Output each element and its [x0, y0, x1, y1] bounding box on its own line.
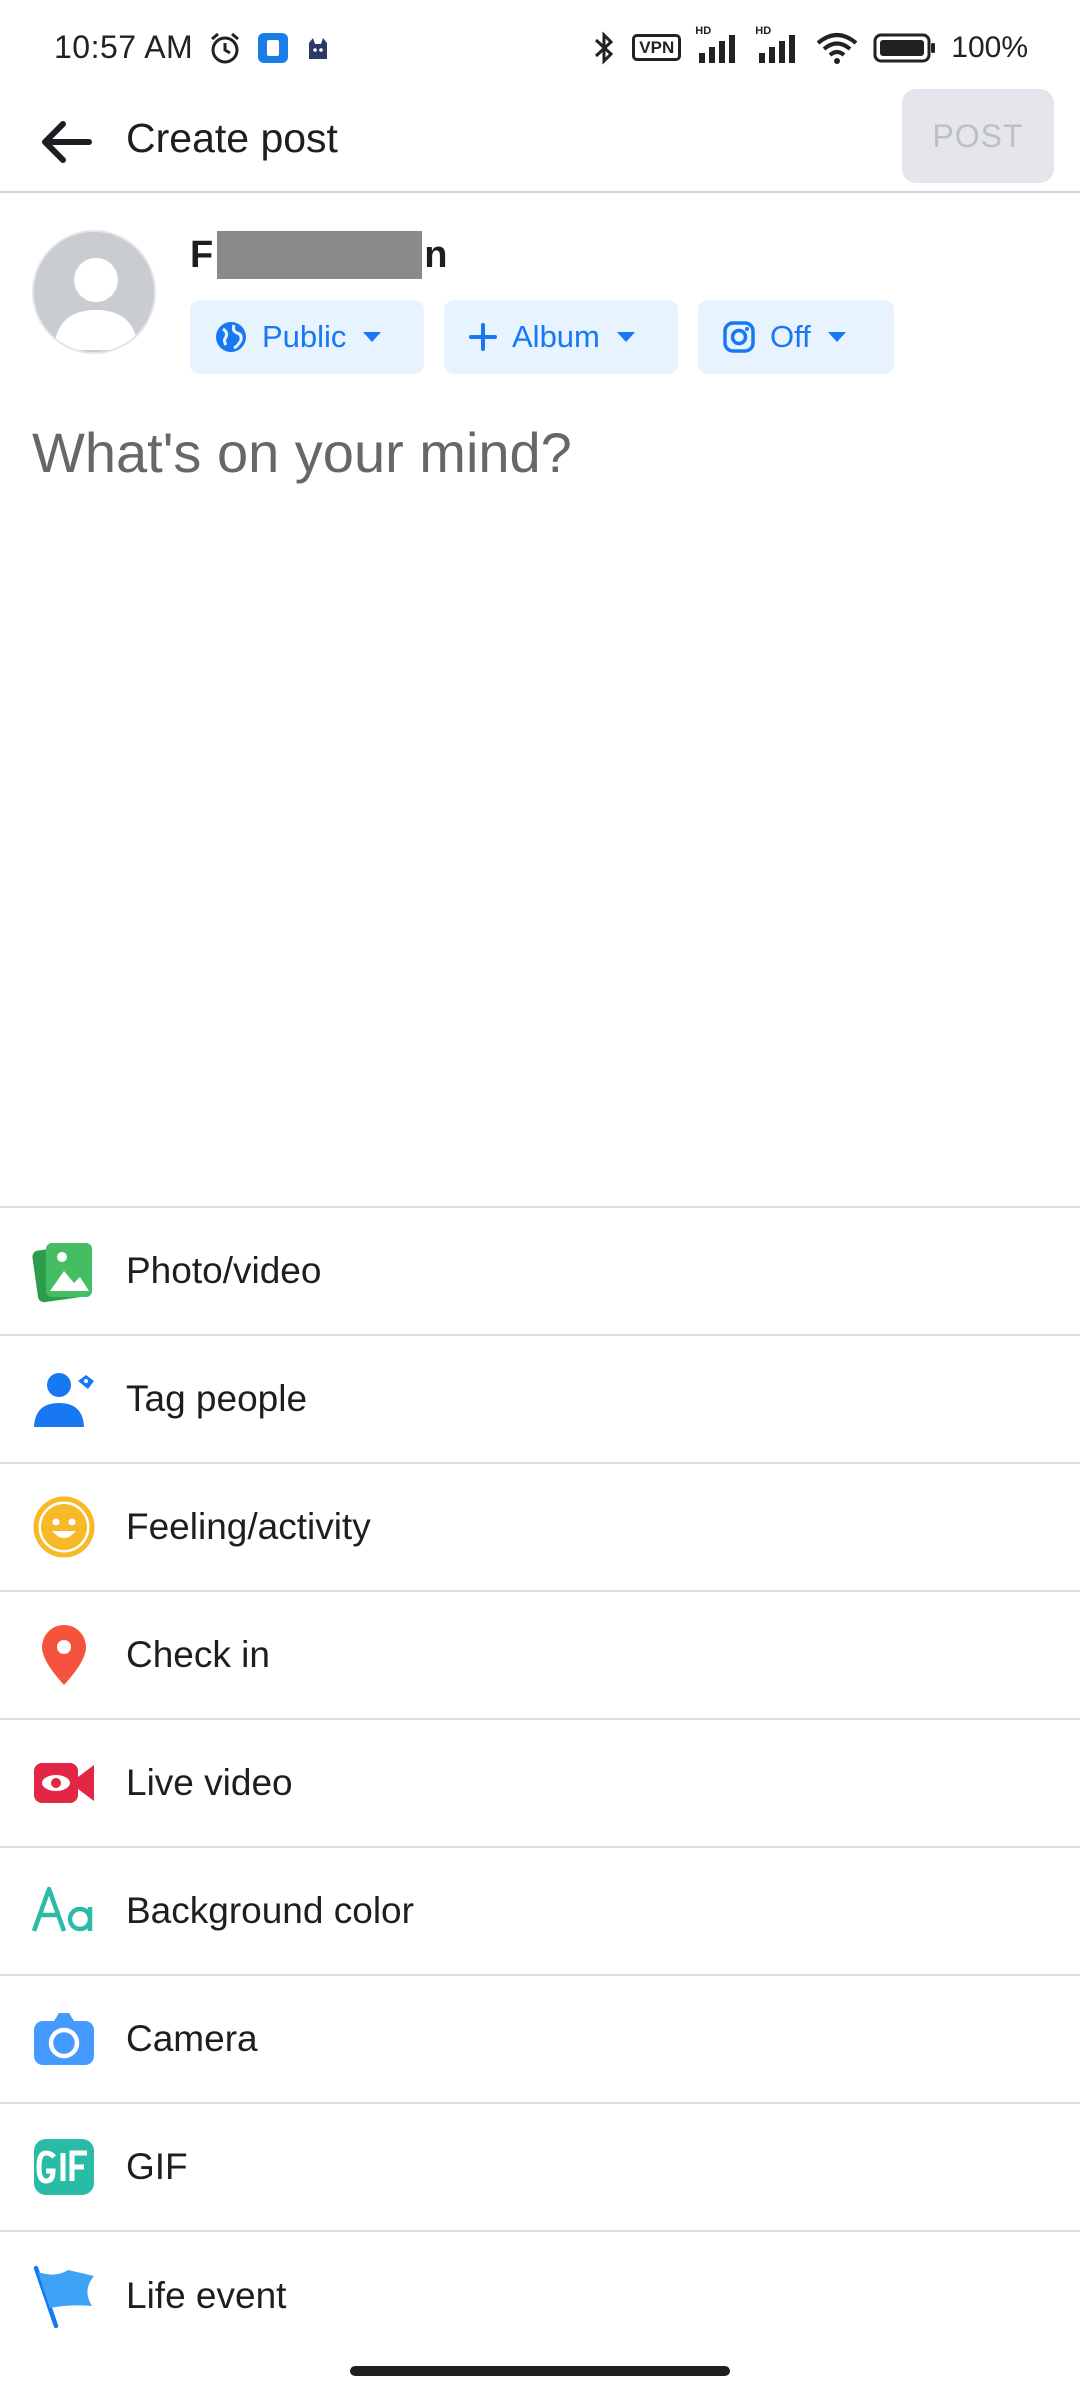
text-aa-icon — [32, 1879, 96, 1943]
action-gif[interactable]: GIF — [0, 2104, 1080, 2232]
action-photo-video[interactable]: Photo/video — [0, 1208, 1080, 1336]
post-text-input[interactable]: What's on your mind? — [32, 420, 572, 485]
app-bar: Create post POST — [0, 89, 1080, 193]
author-name: F n — [190, 230, 447, 280]
avatar[interactable] — [32, 230, 156, 354]
action-life-event[interactable]: Life event — [0, 2232, 1080, 2360]
action-label: Camera — [126, 2018, 258, 2059]
caret-down-icon — [827, 332, 846, 342]
photo-icon — [32, 1239, 96, 1303]
battery-icon — [873, 32, 937, 64]
redacted-name — [217, 231, 423, 279]
battery-percent: 100% — [951, 30, 1028, 64]
home-indicator[interactable] — [350, 2366, 730, 2376]
signal-1-icon: HD — [695, 25, 741, 65]
action-label: Live video — [126, 1762, 293, 1803]
action-check-in[interactable]: Check in — [0, 1592, 1080, 1720]
page-title: Create post — [126, 115, 338, 161]
action-label: Photo/video — [126, 1250, 322, 1291]
hd-label: HD — [695, 24, 712, 37]
app-notification-icon — [257, 32, 289, 64]
gif-icon — [32, 2135, 96, 2199]
post-options-list: Photo/video Tag people Feeling/activity … — [0, 1206, 1080, 2360]
instagram-icon — [723, 321, 755, 353]
globe-icon — [216, 322, 246, 352]
instagram-share-button[interactable]: Off — [698, 300, 894, 374]
album-selector-button[interactable]: Album — [444, 300, 678, 374]
tag-people-icon — [32, 1367, 96, 1431]
status-left: 10:57 AM — [54, 29, 333, 66]
post-button[interactable]: POST — [902, 89, 1054, 183]
wifi-icon — [815, 31, 859, 65]
privacy-label: Public — [262, 319, 347, 354]
flag-icon — [32, 2264, 96, 2328]
action-background-color[interactable]: Background color — [0, 1848, 1080, 1976]
caret-down-icon — [616, 332, 635, 342]
default-avatar-icon — [34, 232, 154, 352]
hd-label: HD — [755, 24, 772, 37]
vpn-badge: VPN — [632, 34, 682, 61]
status-right: VPN HD HD 100% — [590, 25, 1028, 66]
action-label: Tag people — [126, 1378, 308, 1419]
caret-down-icon — [363, 332, 382, 342]
action-camera[interactable]: Camera — [0, 1976, 1080, 2104]
live-video-icon — [32, 1751, 96, 1815]
plus-icon — [469, 323, 497, 351]
action-label: Background color — [126, 1890, 414, 1931]
author-name-end: n — [424, 233, 448, 276]
smiley-icon — [32, 1495, 96, 1559]
signal-2-icon: HD — [755, 25, 801, 65]
camera-icon — [32, 2007, 96, 2071]
instagram-label: Off — [770, 319, 811, 354]
action-label: Life event — [126, 2275, 287, 2316]
status-bar: 10:57 AM VPN HD HD 100% — [0, 0, 1080, 95]
action-feeling-activity[interactable]: Feeling/activity — [0, 1464, 1080, 1592]
album-label: Album — [512, 319, 600, 354]
audience-chips: Public Album Off — [190, 300, 894, 374]
privacy-selector-button[interactable]: Public — [190, 300, 424, 374]
location-pin-icon — [32, 1623, 96, 1687]
status-time: 10:57 AM — [54, 29, 194, 65]
author-section: F n Public Album Off — [32, 230, 1052, 374]
author-name-start: F — [190, 233, 214, 276]
cat-notification-icon — [303, 33, 333, 63]
bluetooth-icon — [590, 30, 618, 66]
action-label: GIF — [126, 2146, 188, 2187]
back-arrow-icon — [42, 121, 92, 163]
action-tag-people[interactable]: Tag people — [0, 1336, 1080, 1464]
action-label: Check in — [126, 1634, 270, 1675]
back-button[interactable] — [30, 107, 100, 177]
action-label: Feeling/activity — [126, 1506, 371, 1547]
action-live-video[interactable]: Live video — [0, 1720, 1080, 1848]
alarm-icon — [207, 30, 243, 66]
